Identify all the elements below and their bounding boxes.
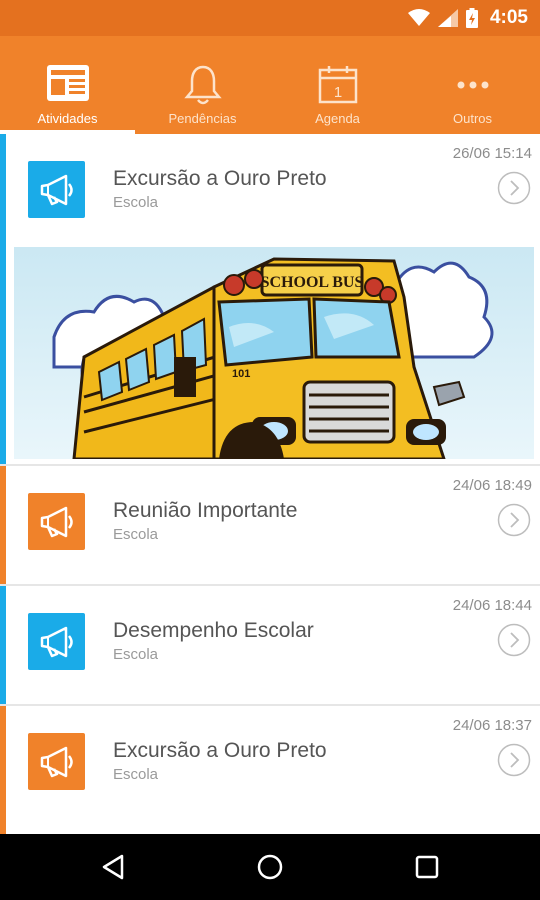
item-accent-bar [0,586,6,704]
status-icons: 4:05 [407,0,528,36]
item-subtitle: Escola [113,766,159,783]
wifi-icon [407,9,430,26]
bus-number: 101 [232,368,250,380]
bell-icon [183,65,222,105]
item-timestamp: 26/06 15:14 [452,145,532,162]
chevron-right-icon[interactable] [497,743,531,777]
megaphone-icon [28,493,85,550]
recents-button[interactable] [397,834,457,900]
tab-outros[interactable]: Outros [405,36,540,134]
calendar-icon: 1 [318,66,357,104]
recents-icon [415,855,439,879]
status-time: 4:05 [489,7,528,28]
tab-label: Pendências [168,111,237,126]
item-timestamp: 24/06 18:49 [452,477,532,494]
chevron-right-icon[interactable] [497,623,531,657]
home-button[interactable] [240,834,300,900]
chevron-right-icon[interactable] [497,503,531,537]
activity-feed[interactable]: 26/06 15:14 Excursão a Ouro Preto Escola [0,134,540,834]
item-title: Reunião Importante [113,499,298,522]
more-icon [457,81,488,89]
signal-icon [437,9,458,27]
item-subtitle: Escola [113,526,159,543]
bus-sign-text: SCHOOL BUS [261,274,364,291]
list-item[interactable]: 24/06 18:49 Reunião Importante Escola [0,466,540,584]
item-timestamp: 24/06 18:44 [452,597,532,614]
megaphone-icon [28,733,85,790]
tab-atividades[interactable]: Atividades [0,36,135,134]
chevron-right-icon[interactable] [497,171,531,205]
megaphone-icon [28,161,85,218]
tab-agenda[interactable]: 1 Agenda [270,36,405,134]
status-bar: 4:05 [0,0,540,36]
megaphone-icon [28,613,85,670]
back-button[interactable] [83,834,143,900]
item-subtitle: Escola [113,646,159,663]
list-item[interactable]: 24/06 18:37 Excursão a Ouro Preto Escola [0,706,540,834]
item-accent-bar [0,134,6,464]
list-item[interactable]: 26/06 15:14 Excursão a Ouro Preto Escola [0,134,540,464]
item-title: Excursão a Ouro Preto [113,739,327,762]
item-title: Excursão a Ouro Preto [113,167,327,190]
school-bus-illustration: SCHOOL BUS 101 [14,247,534,459]
battery-icon [465,8,478,28]
tab-label: Outros [452,111,492,126]
item-accent-bar [0,706,6,834]
tab-pendencias[interactable]: Pendências [135,36,270,134]
back-icon [102,854,124,880]
item-subtitle: Escola [113,194,159,211]
item-timestamp: 24/06 18:37 [452,717,532,734]
home-icon [257,854,283,880]
item-accent-bar [0,466,6,584]
calendar-day: 1 [333,84,341,101]
item-title: Desempenho Escolar [113,619,314,642]
tab-bar: Atividades Pendências 1 Agenda Outros [0,36,540,134]
tab-label: Agenda [315,111,360,126]
newspaper-icon [46,65,89,101]
tab-label: Atividades [37,111,98,126]
system-nav-bar [0,834,540,900]
list-item[interactable]: 24/06 18:44 Desempenho Escolar Escola [0,586,540,704]
